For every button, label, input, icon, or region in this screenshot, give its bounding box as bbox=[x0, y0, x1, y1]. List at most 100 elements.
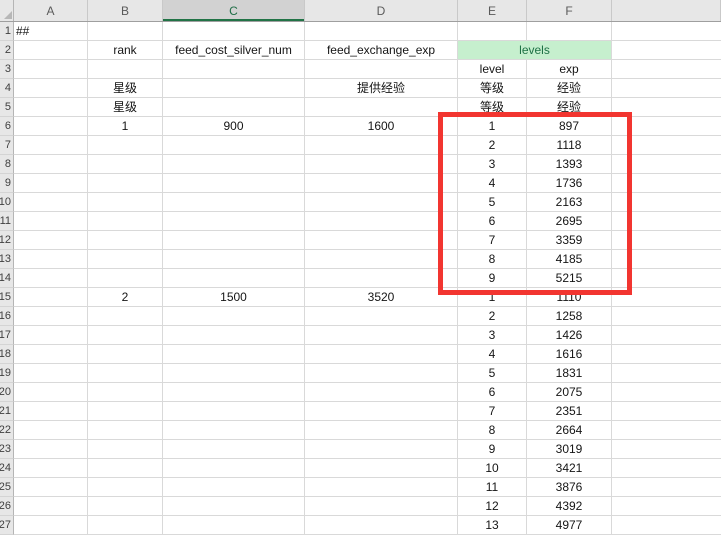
cell-E6[interactable]: 1 bbox=[458, 117, 527, 136]
cell-B6[interactable]: 1 bbox=[88, 117, 163, 136]
cell-D8[interactable] bbox=[305, 155, 458, 174]
cell-C11[interactable] bbox=[163, 212, 305, 231]
row-header-25[interactable]: 25 bbox=[0, 478, 14, 497]
cell-G25[interactable] bbox=[612, 478, 721, 497]
cell-E18[interactable]: 4 bbox=[458, 345, 527, 364]
cell-E17[interactable]: 3 bbox=[458, 326, 527, 345]
cell-A3[interactable] bbox=[14, 60, 88, 79]
cell-C1[interactable] bbox=[163, 22, 305, 41]
row-header-12[interactable]: 12 bbox=[0, 231, 14, 250]
cell-E24[interactable]: 10 bbox=[458, 459, 527, 478]
cell-E19[interactable]: 5 bbox=[458, 364, 527, 383]
cell-F12[interactable]: 3359 bbox=[527, 231, 612, 250]
cell-B26[interactable] bbox=[88, 497, 163, 516]
cell-D23[interactable] bbox=[305, 440, 458, 459]
cell-B19[interactable] bbox=[88, 364, 163, 383]
cell-A12[interactable] bbox=[14, 231, 88, 250]
cell-G10[interactable] bbox=[612, 193, 721, 212]
cell-G15[interactable] bbox=[612, 288, 721, 307]
row-header-5[interactable]: 5 bbox=[0, 98, 14, 117]
cell-B10[interactable] bbox=[88, 193, 163, 212]
cell-C21[interactable] bbox=[163, 402, 305, 421]
cell-D22[interactable] bbox=[305, 421, 458, 440]
cell-F7[interactable]: 1118 bbox=[527, 136, 612, 155]
cell-C8[interactable] bbox=[163, 155, 305, 174]
cell-B17[interactable] bbox=[88, 326, 163, 345]
cell-G3[interactable] bbox=[612, 60, 721, 79]
cell-E7[interactable]: 2 bbox=[458, 136, 527, 155]
cell-C14[interactable] bbox=[163, 269, 305, 288]
cell-G7[interactable] bbox=[612, 136, 721, 155]
cell-A27[interactable] bbox=[14, 516, 88, 535]
cell-E1[interactable] bbox=[458, 22, 527, 41]
cell-A26[interactable] bbox=[14, 497, 88, 516]
cell-F26[interactable]: 4392 bbox=[527, 497, 612, 516]
cell-F24[interactable]: 3421 bbox=[527, 459, 612, 478]
cell-D12[interactable] bbox=[305, 231, 458, 250]
row-header-23[interactable]: 23 bbox=[0, 440, 14, 459]
cell-G5[interactable] bbox=[612, 98, 721, 117]
column-header-g[interactable] bbox=[612, 0, 721, 21]
cell-G22[interactable] bbox=[612, 421, 721, 440]
cell-B16[interactable] bbox=[88, 307, 163, 326]
cell-F22[interactable]: 2664 bbox=[527, 421, 612, 440]
cell-E3[interactable]: level bbox=[458, 60, 527, 79]
cell-E8[interactable]: 3 bbox=[458, 155, 527, 174]
cell-D11[interactable] bbox=[305, 212, 458, 231]
row-header-19[interactable]: 19 bbox=[0, 364, 14, 383]
cell-A2[interactable] bbox=[14, 41, 88, 60]
cell-B23[interactable] bbox=[88, 440, 163, 459]
cell-D5[interactable] bbox=[305, 98, 458, 117]
cell-A6[interactable] bbox=[14, 117, 88, 136]
cell-D25[interactable] bbox=[305, 478, 458, 497]
cell-C12[interactable] bbox=[163, 231, 305, 250]
cell-A10[interactable] bbox=[14, 193, 88, 212]
cell-C10[interactable] bbox=[163, 193, 305, 212]
cell-B13[interactable] bbox=[88, 250, 163, 269]
cell-D13[interactable] bbox=[305, 250, 458, 269]
cell-E14[interactable]: 9 bbox=[458, 269, 527, 288]
column-header-d[interactable]: D bbox=[305, 0, 458, 21]
cell-A18[interactable] bbox=[14, 345, 88, 364]
cell-D2[interactable]: feed_exchange_exp bbox=[305, 41, 458, 60]
cell-A11[interactable] bbox=[14, 212, 88, 231]
cell-G17[interactable] bbox=[612, 326, 721, 345]
cell-F19[interactable]: 1831 bbox=[527, 364, 612, 383]
cell-A14[interactable] bbox=[14, 269, 88, 288]
cell-D19[interactable] bbox=[305, 364, 458, 383]
cell-C27[interactable] bbox=[163, 516, 305, 535]
cell-F10[interactable]: 2163 bbox=[527, 193, 612, 212]
cell-E5[interactable]: 等级 bbox=[458, 98, 527, 117]
cell-D16[interactable] bbox=[305, 307, 458, 326]
row-header-13[interactable]: 13 bbox=[0, 250, 14, 269]
cell-F3[interactable]: exp bbox=[527, 60, 612, 79]
cell-B24[interactable] bbox=[88, 459, 163, 478]
row-header-20[interactable]: 20 bbox=[0, 383, 14, 402]
cell-E12[interactable]: 7 bbox=[458, 231, 527, 250]
cell-D24[interactable] bbox=[305, 459, 458, 478]
cell-F17[interactable]: 1426 bbox=[527, 326, 612, 345]
cell-A13[interactable] bbox=[14, 250, 88, 269]
cell-C13[interactable] bbox=[163, 250, 305, 269]
cell-D21[interactable] bbox=[305, 402, 458, 421]
row-header-24[interactable]: 24 bbox=[0, 459, 14, 478]
column-header-f[interactable]: F bbox=[527, 0, 612, 21]
cell-C6[interactable]: 900 bbox=[163, 117, 305, 136]
row-header-8[interactable]: 8 bbox=[0, 155, 14, 174]
cell-B5[interactable]: 星级 bbox=[88, 98, 163, 117]
cell-F4[interactable]: 经验 bbox=[527, 79, 612, 98]
cell-B7[interactable] bbox=[88, 136, 163, 155]
cell-B4[interactable]: 星级 bbox=[88, 79, 163, 98]
cell-G9[interactable] bbox=[612, 174, 721, 193]
cell-A19[interactable] bbox=[14, 364, 88, 383]
cell-A21[interactable] bbox=[14, 402, 88, 421]
cell-D1[interactable] bbox=[305, 22, 458, 41]
cell-A9[interactable] bbox=[14, 174, 88, 193]
cell-C23[interactable] bbox=[163, 440, 305, 459]
cell-A1[interactable]: ## bbox=[14, 22, 88, 41]
cell-A8[interactable] bbox=[14, 155, 88, 174]
cell-F6[interactable]: 897 bbox=[527, 117, 612, 136]
cell-C15[interactable]: 1500 bbox=[163, 288, 305, 307]
cell-F25[interactable]: 3876 bbox=[527, 478, 612, 497]
cell-F13[interactable]: 4185 bbox=[527, 250, 612, 269]
